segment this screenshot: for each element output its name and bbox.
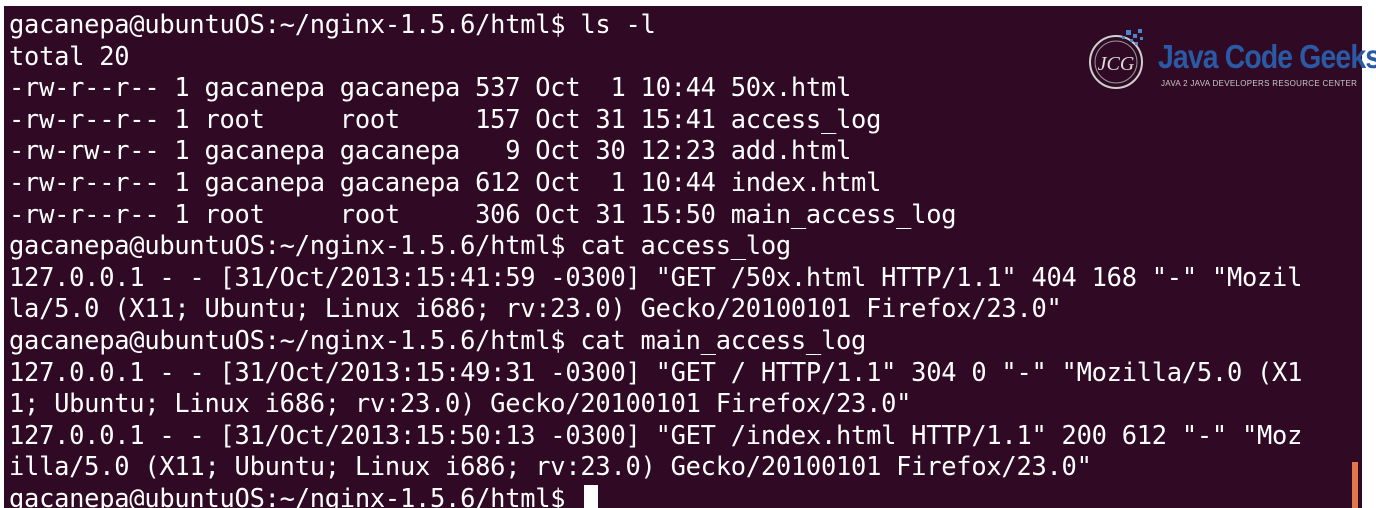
- logo-initials: JCG: [1098, 53, 1135, 75]
- jcg-logo-icon: JCG: [1089, 29, 1143, 89]
- terminal-line: 127.0.0.1 - - [31/Oct/2013:15:50:13 -030…: [9, 419, 1303, 450]
- command-prompt-line[interactable]: gacanepa@ubuntuOS:~/nginx-1.5.6/html$: [9, 483, 1362, 508]
- terminal-line: la/5.0 (X11; Ubuntu; Linux i686; rv:23.0…: [9, 293, 1062, 324]
- shell-prompt: gacanepa@ubuntuOS:~/nginx-1.5.6/html$: [9, 482, 566, 508]
- logo-subtitle: JAVA 2 JAVA DEVELOPERS RESOURCE CENTER: [1161, 79, 1358, 88]
- terminal-line: gacanepa@ubuntuOS:~/nginx-1.5.6/html$ ca…: [9, 324, 867, 355]
- terminal-line: -rw-r--r-- 1 gacanepa gacanepa 612 Oct 1…: [9, 166, 882, 197]
- terminal-line: 1; Ubuntu; Linux i686; rv:23.0) Gecko/20…: [9, 388, 912, 419]
- terminal-line: 127.0.0.1 - - [31/Oct/2013:15:41:59 -030…: [9, 261, 1303, 292]
- logo-title: Java Code Geeks: [1158, 38, 1376, 75]
- java-code-geeks-logo: JCG Java Code Geeks JAVA 2 JAVA DEVELOPE…: [1078, 22, 1376, 100]
- terminal-line: 127.0.0.1 - - [31/Oct/2013:15:49:31 -030…: [9, 356, 1303, 387]
- scrollbar-accent[interactable]: [1352, 462, 1358, 508]
- terminal-line: gacanepa@ubuntuOS:~/nginx-1.5.6/html$ ca…: [9, 230, 791, 261]
- terminal-line: -rw-rw-r-- 1 gacanepa gacanepa 9 Oct 30 …: [9, 135, 852, 166]
- terminal-line: illa/5.0 (X11; Ubuntu; Linux i686; rv:23…: [9, 451, 1092, 482]
- terminal-line: -rw-r--r-- 1 root root 157 Oct 31 15:41 …: [9, 103, 882, 134]
- terminal-line: -rw-r--r-- 1 root root 306 Oct 31 15:50 …: [9, 198, 957, 229]
- text-cursor: [584, 484, 599, 508]
